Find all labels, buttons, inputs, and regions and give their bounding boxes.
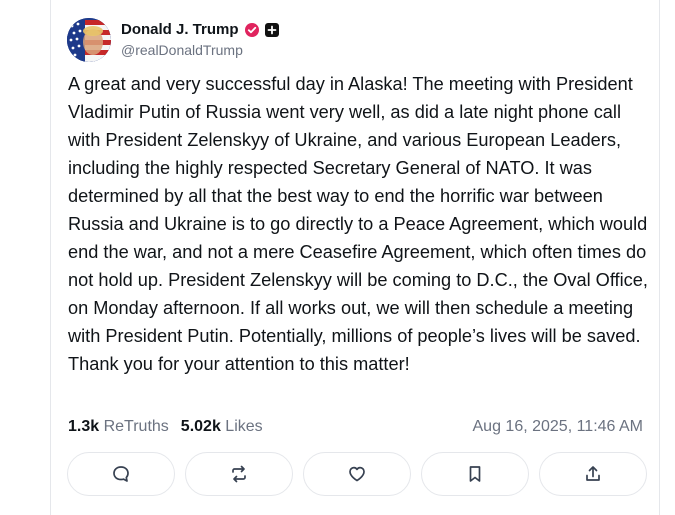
verified-badge-icon: [244, 23, 259, 38]
bookmark-icon: [469, 466, 481, 482]
retruth-icon: [232, 465, 246, 483]
avatar[interactable]: [67, 18, 111, 62]
likes-stat[interactable]: 5.02k Likes: [181, 418, 263, 436]
reply-icon: [113, 466, 129, 482]
like-heart-icon: [349, 466, 365, 482]
author-meta: Donald J. Trump @realDonaldTrump: [121, 21, 279, 59]
author-name[interactable]: Donald J. Trump: [121, 21, 239, 39]
post-header: Donald J. Trump @realDonaldTrump: [67, 16, 279, 64]
author-handle[interactable]: @realDonaldTrump: [121, 42, 279, 59]
post-card: Donald J. Trump @realDonaldTrump A great…: [50, 0, 660, 515]
author-name-row: Donald J. Trump: [121, 21, 279, 39]
retruths-label: ReTruths: [103, 418, 169, 435]
retruths-count: 1.3k: [68, 418, 100, 435]
retruths-stat[interactable]: 1.3k ReTruths: [68, 418, 169, 436]
post-body-text: A great and very successful day in Alask…: [68, 74, 648, 374]
post-actions-bar: [67, 452, 647, 496]
post-timestamp[interactable]: Aug 16, 2025, 11:46 AM: [473, 418, 644, 436]
likes-count: 5.02k: [180, 418, 221, 435]
retruth-button[interactable]: [185, 452, 293, 496]
likes-label: Likes: [225, 418, 263, 435]
add-follow-icon[interactable]: [264, 23, 279, 38]
bookmark-button[interactable]: [421, 452, 529, 496]
avatar-flag-image: [67, 18, 111, 62]
share-upload-icon: [586, 466, 600, 481]
post-stats-row: 1.3k ReTruths 5.02k Likes Aug 16, 2025, …: [68, 415, 643, 439]
like-button[interactable]: [303, 452, 411, 496]
reply-button[interactable]: [67, 452, 175, 496]
share-button[interactable]: [539, 452, 647, 496]
